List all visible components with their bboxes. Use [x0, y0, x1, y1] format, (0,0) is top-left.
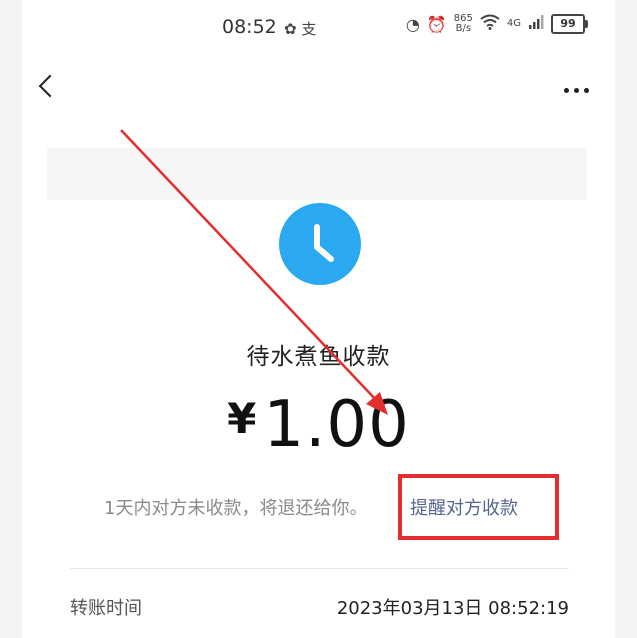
nav-bar — [22, 62, 615, 118]
amount-value: 1.00 — [263, 388, 410, 462]
divider — [70, 568, 569, 569]
blurred-banner — [47, 148, 587, 200]
currency-symbol: ¥ — [227, 394, 258, 443]
net-speed-unit: B/s — [455, 23, 472, 34]
refund-notice: 1天内对方未收款，将退还给你。 — [104, 498, 368, 519]
transfer-time-value: 2023年03月13日 08:52:19 — [336, 598, 569, 619]
status-title: 待水煮鱼收款 — [246, 344, 391, 370]
transfer-time-label: 转账时间 — [70, 598, 142, 619]
status-right-group: ◔ ⏰ 865 B/s 4G 99 — [405, 14, 588, 34]
battery-icon: 99 — [551, 14, 588, 34]
signal-type: 4G — [506, 18, 521, 29]
annotation-highlight-box — [398, 474, 559, 540]
more-icon[interactable] — [564, 88, 589, 93]
dnd-icon: ◔ — [405, 14, 420, 34]
alarm-icon: ⏰ — [426, 14, 447, 34]
net-speed: 865 B/s — [454, 14, 473, 34]
transfer-amount: ¥1.00 — [22, 388, 615, 462]
phone-screen: 08:52 ✿ 支 ◔ ⏰ 865 B/s 4G 99 待水煮鱼收款 ¥1.00… — [22, 0, 615, 638]
clock-icon — [279, 203, 361, 285]
status-bar: 08:52 ✿ 支 ◔ ⏰ 865 B/s 4G 99 — [22, 0, 615, 58]
wifi-icon — [480, 14, 500, 34]
back-icon[interactable] — [38, 74, 62, 98]
notification-icons: ✿ 支 — [284, 20, 317, 38]
signal-icon — [528, 14, 544, 34]
status-time: 08:52 — [222, 16, 277, 38]
